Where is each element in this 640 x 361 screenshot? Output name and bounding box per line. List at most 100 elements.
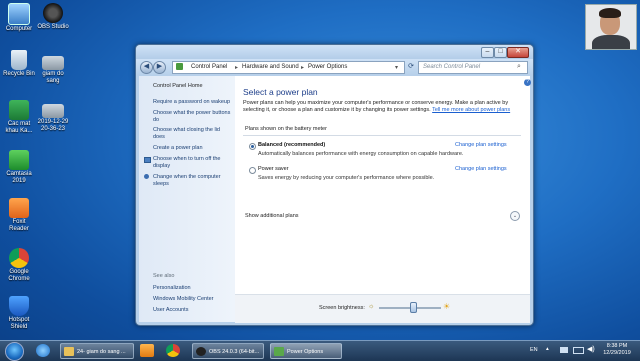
plan-balanced-description: Automatically balances performance with … — [258, 151, 464, 157]
breadcrumb-hardware-and-sound[interactable]: Hardware and Sound — [242, 64, 299, 70]
search-icon: ⌕ — [517, 63, 521, 70]
clock[interactable]: 8:38 PM 12/29/2019 — [600, 343, 634, 357]
taskbar-button-folder[interactable]: 24- giam do sang ... — [60, 343, 134, 359]
desktop-icon-camtasia[interactable]: Camtasia 2019 — [2, 150, 36, 185]
recycle-bin-icon — [11, 50, 27, 70]
breadcrumb-control-panel[interactable]: Control Panel — [191, 64, 227, 70]
moon-icon — [144, 174, 149, 179]
volume-icon[interactable]: ◀) — [587, 345, 595, 353]
desktop-icon-chrome[interactable]: Google Chrome — [2, 248, 36, 283]
sidebar-link-computer-sleeps[interactable]: Change when the computer sleeps — [153, 174, 233, 188]
computer-icon — [8, 3, 30, 25]
address-dropdown-icon[interactable]: ▾ — [395, 64, 398, 71]
forward-button[interactable]: ▶ — [153, 61, 166, 74]
plan-balanced-radio[interactable] — [249, 143, 256, 150]
plan-power-saver-name[interactable]: Power saver — [258, 166, 289, 172]
plan-balanced-name[interactable]: Balanced (recommended) — [258, 142, 325, 148]
taskbar-label: Power Options — [287, 349, 324, 355]
sidebar-control-panel-home[interactable]: Control Panel Home — [153, 83, 233, 90]
chevron-down-icon[interactable]: ⌄ — [510, 211, 520, 221]
sidebar-link-turn-off-display[interactable]: Choose when to turn off the display — [153, 156, 233, 170]
plans-group: Plans shown on the battery meter Balance… — [243, 126, 521, 234]
desktop-icon-label: Google Chrome — [8, 269, 30, 282]
display-icon — [144, 157, 151, 163]
desktop-icon-label: Computer — [5, 26, 33, 32]
brightness-slider-thumb[interactable] — [410, 302, 418, 313]
ie-icon[interactable] — [36, 344, 50, 357]
shield-icon — [9, 296, 29, 316]
folder-icon — [176, 63, 183, 70]
plan-power-saver-description: Saves energy by reducing your computer's… — [258, 175, 435, 181]
plans-divider — [243, 135, 521, 136]
see-also-personalization[interactable]: Personalization — [153, 285, 233, 292]
see-also-mobility-center[interactable]: Windows Mobility Center — [153, 296, 233, 303]
back-button[interactable]: ◀ — [140, 61, 153, 74]
help-icon[interactable]: ? — [524, 79, 531, 86]
control-panel-icon — [274, 347, 284, 356]
taskbar-label: OBS 24.0.3 (64-bit... — [209, 349, 260, 355]
minimize-button[interactable]: – — [481, 47, 494, 58]
desktop-icon-foxit[interactable]: Foxit Reader — [2, 198, 36, 233]
foxit-icon — [9, 198, 29, 218]
obs-icon — [196, 347, 206, 356]
page-description: Power plans can help you maximize your c… — [243, 100, 519, 114]
desktop-icon-passwords[interactable]: Cac mat khau Ka... — [2, 100, 36, 135]
video-thumbnail-icon — [42, 56, 64, 70]
start-button[interactable] — [5, 342, 24, 361]
refresh-button[interactable]: ⟳ — [406, 61, 416, 72]
video-thumbnail-icon — [42, 104, 64, 118]
sidebar-link-create-plan[interactable]: Create a power plan — [153, 145, 233, 152]
clock-date: 12/29/2019 — [603, 350, 631, 356]
system-tray: EN ▴ ◀) 8:38 PM 12/29/2019 — [528, 341, 640, 361]
taskbar-button-obs[interactable]: OBS 24.0.3 (64-bit... — [192, 343, 264, 359]
desktop-icon-label: 2019-12-29 20-36-23 — [37, 119, 69, 132]
webcam-overlay — [585, 4, 637, 50]
plan-power-saver-radio[interactable] — [249, 167, 256, 174]
desktop-icon-computer[interactable]: Computer — [2, 3, 36, 33]
taskbar: 24- giam do sang ... OBS 24.0.3 (64-bit.… — [0, 340, 640, 361]
plan-power-saver-change-link[interactable]: Change plan settings — [455, 166, 507, 172]
brightness-label: Screen brightness: — [319, 305, 365, 311]
window-titlebar[interactable]: – □ ✕ — [136, 45, 533, 59]
obs-icon — [43, 3, 63, 23]
close-button[interactable]: ✕ — [507, 47, 529, 58]
language-indicator[interactable]: EN — [530, 347, 538, 353]
breadcrumb-separator: ▸ — [301, 65, 305, 71]
taskbar-button-power-options[interactable]: Power Options — [270, 343, 342, 359]
webcam-person-hair — [599, 8, 621, 18]
desktop-icon-label: Hotspot Shield — [8, 317, 30, 330]
desktop-icon-label: Recycle Bin — [3, 71, 35, 77]
sidebar-link-require-password[interactable]: Require a password on wakeup — [153, 99, 233, 106]
chrome-icon[interactable] — [166, 344, 180, 357]
desktop-icon-hotspot-shield[interactable]: Hotspot Shield — [2, 296, 36, 331]
see-also-user-accounts[interactable]: User Accounts — [153, 307, 233, 314]
desktop-icon-giam-do-sang[interactable]: giam do sang — [36, 56, 70, 85]
bright-sun-icon: ☀ — [443, 302, 451, 311]
desktop-icon-recycle-bin[interactable]: Recycle Bin — [2, 50, 36, 78]
desktop-icon-label: OBS Studio — [37, 24, 69, 30]
battery-icon[interactable] — [573, 347, 584, 354]
tell-me-more-link[interactable]: Tell me more about power plans — [432, 107, 510, 113]
search-input[interactable]: Search Control Panel ⌕ — [418, 61, 528, 74]
webcam-person-body — [592, 35, 630, 49]
camtasia-icon — [9, 150, 29, 170]
plan-balanced-change-link[interactable]: Change plan settings — [455, 142, 507, 148]
taskbar-label: 24- giam do sang ... — [77, 349, 126, 355]
window-content: Control Panel Home Require a password on… — [139, 76, 531, 323]
address-bar[interactable]: Control Panel ▸ Hardware and Sound ▸ Pow… — [172, 61, 405, 74]
network-icon[interactable] — [560, 347, 568, 353]
breadcrumb-power-options[interactable]: Power Options — [308, 64, 347, 70]
page-title: Select a power plan — [243, 87, 318, 97]
tray-up-arrow-icon[interactable]: ▴ — [546, 346, 549, 352]
folder-icon — [64, 347, 74, 356]
show-additional-plans[interactable]: Show additional plans — [245, 213, 299, 219]
desktop-icon-recording[interactable]: 2019-12-29 20-36-23 — [36, 104, 70, 133]
maximize-button[interactable]: □ — [494, 47, 507, 58]
sidebar-link-closing-lid[interactable]: Choose what closing the lid does — [153, 127, 233, 141]
desktop-icon-obs[interactable]: OBS Studio — [36, 3, 70, 31]
sidebar-link-power-buttons[interactable]: Choose what the power buttons do — [153, 110, 233, 124]
desktop-icon-label: giam do sang — [42, 71, 64, 84]
address-row: ◀ ▶ Control Panel ▸ Hardware and Sound ▸… — [136, 59, 533, 75]
media-player-icon[interactable] — [140, 344, 154, 357]
search-placeholder: Search Control Panel — [423, 64, 481, 70]
